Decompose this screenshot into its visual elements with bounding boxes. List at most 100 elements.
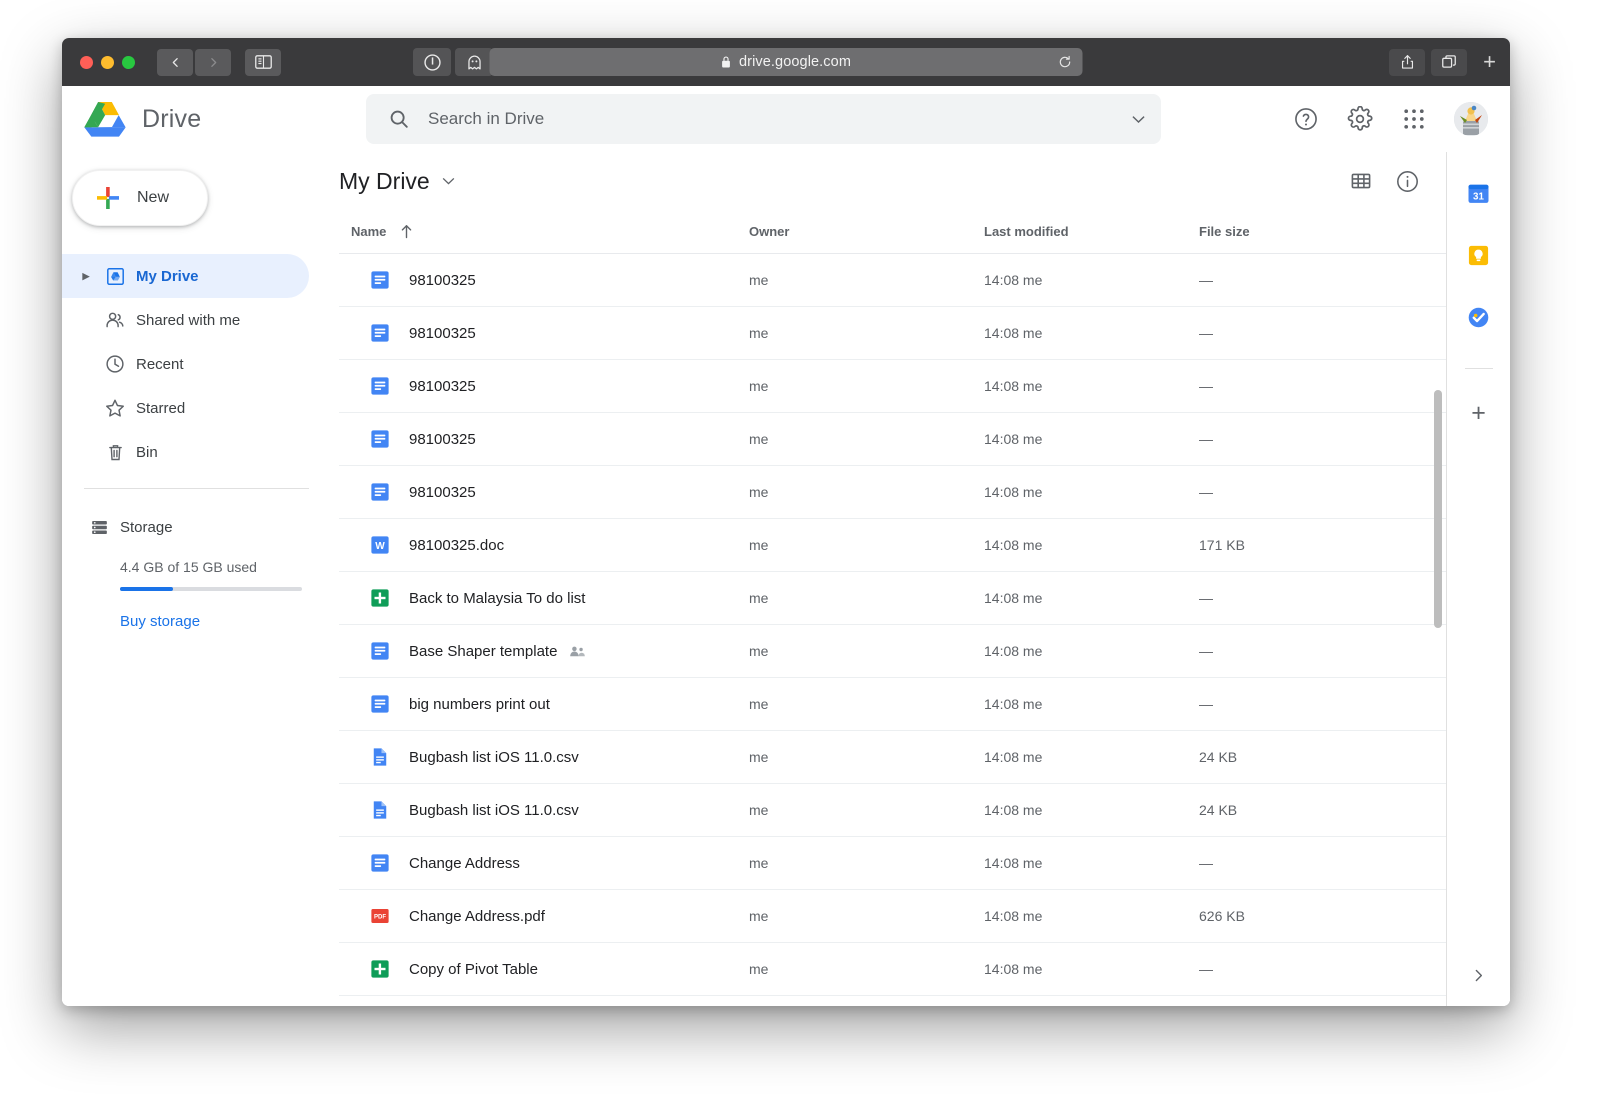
info-circle-icon xyxy=(1397,170,1418,192)
file-list-scrollbar-thumb[interactable] xyxy=(1434,390,1442,628)
titlebar-right-buttons: + xyxy=(1389,48,1498,76)
file-name: Bugbash list iOS 11.0.csv xyxy=(409,801,579,819)
file-owner: me xyxy=(749,961,769,977)
google-docs-icon xyxy=(351,269,409,291)
grid-view-button[interactable] xyxy=(1349,169,1373,193)
google-apps-button[interactable] xyxy=(1392,97,1436,141)
table-row[interactable]: 98100325 me 14:08 me — xyxy=(339,254,1446,307)
table-row[interactable]: PDF Change Address.pdf me 14:08 me 626 KB xyxy=(339,890,1446,943)
file-size: 24 KB xyxy=(1199,802,1238,818)
sidebar-nav: ▶ My Drive Shared with me Recent Starred… xyxy=(62,254,327,474)
help-button[interactable] xyxy=(1284,97,1328,141)
sidebar-toggle-button[interactable] xyxy=(245,48,281,76)
expand-triangle-icon[interactable]: ▶ xyxy=(78,271,94,282)
new-tab-button[interactable]: + xyxy=(1483,49,1496,75)
plus-icon xyxy=(97,187,119,209)
details-button[interactable] xyxy=(1395,169,1420,194)
settings-button[interactable] xyxy=(1338,97,1382,141)
trash-icon xyxy=(94,442,136,463)
table-row[interactable]: Bugbash list iOS 11.0.csv me 14:08 me 24 KB xyxy=(339,784,1446,837)
add-side-panel-app-button[interactable]: + xyxy=(1471,399,1486,428)
star-icon xyxy=(94,397,136,419)
user-avatar xyxy=(1454,102,1488,136)
table-row[interactable]: 98100325 me 14:08 me — xyxy=(339,360,1446,413)
address-bar[interactable]: drive.google.com xyxy=(489,48,1083,76)
file-name: 98100325 xyxy=(409,271,476,289)
google-sheets-icon xyxy=(351,958,409,980)
search-input[interactable] xyxy=(428,109,1132,129)
sidebar-item-recent[interactable]: Recent xyxy=(62,342,309,386)
chevron-right-icon xyxy=(1475,969,1483,982)
drive-product-name: Drive xyxy=(142,104,202,133)
avatar[interactable] xyxy=(1454,102,1488,136)
header-actions xyxy=(1284,97,1510,141)
search-bar[interactable] xyxy=(366,94,1161,144)
google-sheets-icon xyxy=(351,587,409,609)
sidebar-item-shared-with-me[interactable]: Shared with me xyxy=(62,298,309,342)
file-name: Change Address xyxy=(409,854,520,872)
side-panel-divider xyxy=(1464,368,1493,369)
csv-file-icon xyxy=(351,746,409,768)
browser-window: drive.google.com + Drive Search in Drive… xyxy=(62,38,1510,1006)
shared-icon xyxy=(569,645,586,658)
breadcrumb[interactable]: My Drive xyxy=(339,168,455,195)
table-row[interactable]: Base Shaper template me 14:08 me — xyxy=(339,625,1446,678)
table-row[interactable]: 98100325 me 14:08 me — xyxy=(339,466,1446,519)
google-calendar-icon[interactable]: 31 xyxy=(1466,180,1492,206)
file-owner: me xyxy=(749,802,769,818)
google-tasks-icon[interactable] xyxy=(1466,304,1492,330)
table-row[interactable]: Back to Malaysia To do list me 14:08 me — xyxy=(339,572,1446,625)
onepassword-icon xyxy=(423,53,441,71)
expand-side-panel-button[interactable] xyxy=(1470,967,1487,984)
google-keep-icon[interactable] xyxy=(1466,242,1492,268)
buy-storage-link[interactable]: Buy storage xyxy=(120,613,327,630)
sidebar-toggle-icon xyxy=(254,55,272,69)
forward-button[interactable] xyxy=(195,48,231,76)
file-owner: me xyxy=(749,325,769,341)
file-last-modified: 14:08 me xyxy=(984,272,1043,288)
chevron-down-icon[interactable] xyxy=(442,177,455,185)
table-row[interactable]: Bugbash list iOS 11.0.csv me 14:08 me 24 KB xyxy=(339,731,1446,784)
reload-button[interactable] xyxy=(1058,55,1073,70)
back-button[interactable] xyxy=(157,48,193,76)
file-owner: me xyxy=(749,431,769,447)
extension-ghostery-button[interactable] xyxy=(455,48,493,76)
sidebar-item-my-drive[interactable]: ▶ My Drive xyxy=(62,254,309,298)
close-window-button[interactable] xyxy=(80,55,93,69)
file-owner: me xyxy=(749,696,769,712)
new-button[interactable]: New xyxy=(72,170,208,226)
maximize-window-button[interactable] xyxy=(122,55,135,69)
file-owner: me xyxy=(749,749,769,765)
show-tabs-button[interactable] xyxy=(1431,48,1468,76)
sidebar-item-label: Shared with me xyxy=(136,311,241,329)
forward-arrow-icon xyxy=(210,57,216,67)
extension-onepassword-button[interactable] xyxy=(413,48,451,76)
column-header-owner[interactable]: Owner xyxy=(749,224,984,239)
storage-link[interactable]: Storage xyxy=(62,507,327,547)
file-last-modified: 14:08 me xyxy=(984,855,1043,871)
file-name: 98100325 xyxy=(409,377,476,395)
column-header-name[interactable]: Name xyxy=(351,224,749,239)
table-row[interactable]: Change Address me 14:08 me — xyxy=(339,837,1446,890)
table-row[interactable]: Copy of Pivot Table me 14:08 me — xyxy=(339,943,1446,996)
chevron-down-icon[interactable] xyxy=(1132,115,1145,124)
table-row[interactable]: W 98100325.doc me 14:08 me 171 KB xyxy=(339,519,1446,572)
column-header-modified[interactable]: Last modified xyxy=(984,224,1199,239)
people-icon xyxy=(94,309,136,331)
google-docs-icon xyxy=(351,428,409,450)
table-row[interactable]: 98100325 me 14:08 me — xyxy=(339,307,1446,360)
column-header-size[interactable]: File size xyxy=(1199,224,1420,239)
file-owner: me xyxy=(749,643,769,659)
google-docs-icon xyxy=(351,322,409,344)
table-row[interactable]: big numbers print out me 14:08 me — xyxy=(339,678,1446,731)
minimize-window-button[interactable] xyxy=(101,55,114,69)
share-button[interactable] xyxy=(1389,48,1426,76)
sidebar-item-starred[interactable]: Starred xyxy=(62,386,309,430)
file-owner: me xyxy=(749,378,769,394)
sidebar-item-bin[interactable]: Bin xyxy=(62,430,309,474)
drive-brand[interactable]: Drive xyxy=(84,100,344,138)
table-row[interactable]: 98100325 me 14:08 me — xyxy=(339,413,1446,466)
google-docs-icon xyxy=(351,375,409,397)
file-last-modified: 14:08 me xyxy=(984,961,1043,977)
window-traffic-lights xyxy=(80,55,135,69)
